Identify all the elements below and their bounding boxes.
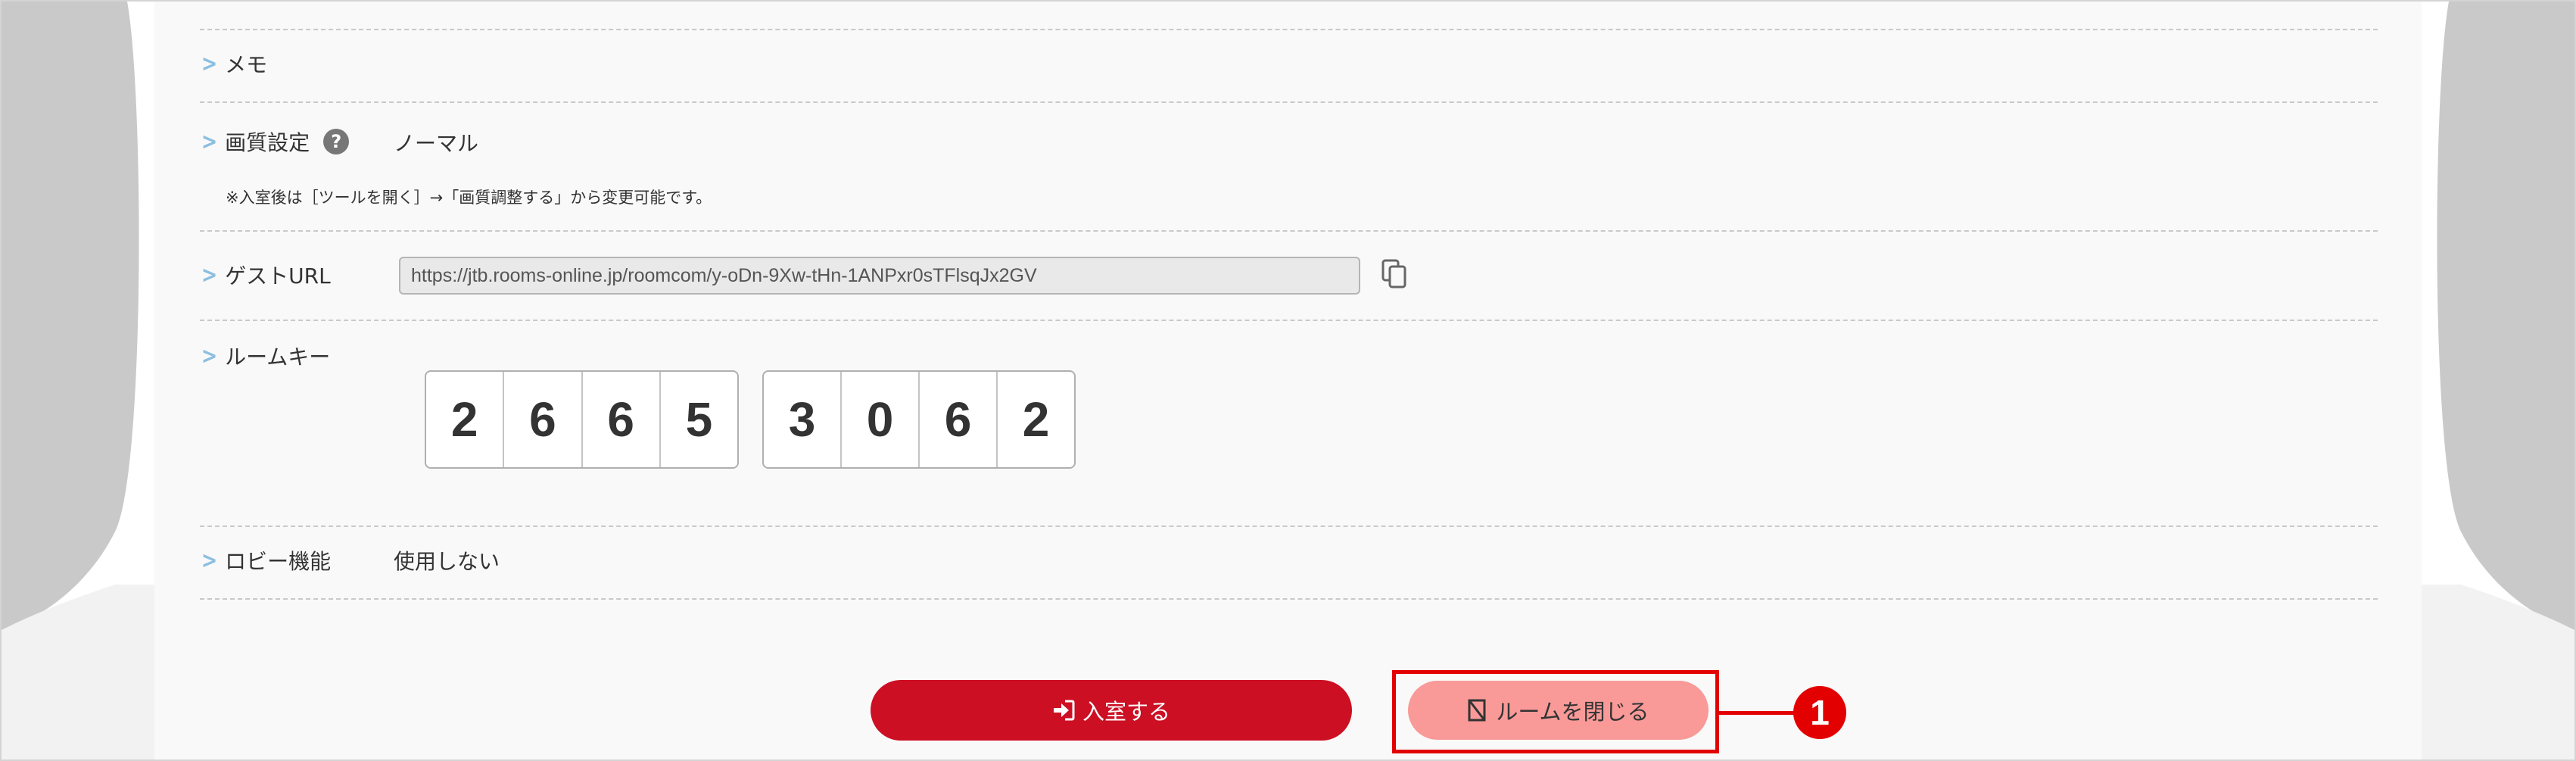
quality-row-label: > 画質設定 ? [200, 126, 350, 157]
guest-url-row-label: > ゲストURL [200, 260, 331, 290]
callout-line [1719, 711, 1801, 715]
chevron-right-icon: > [201, 128, 218, 155]
sign-in-icon [1052, 700, 1075, 721]
quality-label: 画質設定 [225, 130, 310, 155]
guest-url-label: ゲストURL [225, 264, 331, 288]
callout-number-badge: 1 [1793, 686, 1846, 739]
lobby-label: ロビー機能 [225, 549, 332, 574]
room-key-digit: 0 [842, 372, 920, 467]
memo-row-label: > メモ [200, 48, 267, 79]
room-key-digit: 6 [583, 372, 661, 467]
chevron-right-icon: > [201, 342, 218, 370]
divider [200, 101, 2378, 103]
room-key-group-2: 3 0 6 2 [762, 370, 1076, 469]
chevron-right-icon: > [201, 261, 218, 288]
screenshot-frame: > メモ > 画質設定 ? ノーマル ※入室後は［ツールを開く］→「画質調整する… [0, 0, 2576, 761]
divider [200, 29, 2378, 30]
divider [200, 230, 2378, 232]
room-key-digit: 2 [426, 372, 505, 467]
enter-room-label: 入室する [1082, 699, 1170, 725]
divider [200, 526, 2378, 527]
room-key-digit: 3 [764, 372, 842, 467]
divider [200, 320, 2378, 321]
lobby-value: 使用しない [394, 549, 500, 574]
highlight-box [1392, 670, 1719, 753]
memo-label: メモ [225, 52, 268, 77]
room-key-digit: 6 [504, 372, 583, 467]
room-key-row-label: > ルームキー [200, 341, 330, 371]
room-key-digit: 6 [920, 372, 998, 467]
divider [200, 598, 2378, 600]
chevron-right-icon: > [201, 50, 218, 77]
quality-value: ノーマル [394, 131, 479, 156]
question-circle-icon[interactable]: ? [323, 129, 350, 154]
quality-note: ※入室後は［ツールを開く］→「画質調整する」から変更可能です。 [226, 189, 712, 207]
room-key-digit: 2 [1022, 392, 1050, 447]
room-key-label: ルームキー [225, 345, 331, 370]
guest-url-field[interactable] [399, 257, 1360, 295]
enter-room-button[interactable]: 入室する [871, 680, 1352, 741]
copy-icon[interactable] [1381, 259, 1408, 289]
room-key-group-1: 2 6 6 5 [425, 370, 739, 469]
chevron-right-icon: > [201, 547, 218, 574]
room-key-digit: 5 [685, 392, 713, 447]
lobby-row-label: > ロビー機能 [200, 545, 331, 575]
